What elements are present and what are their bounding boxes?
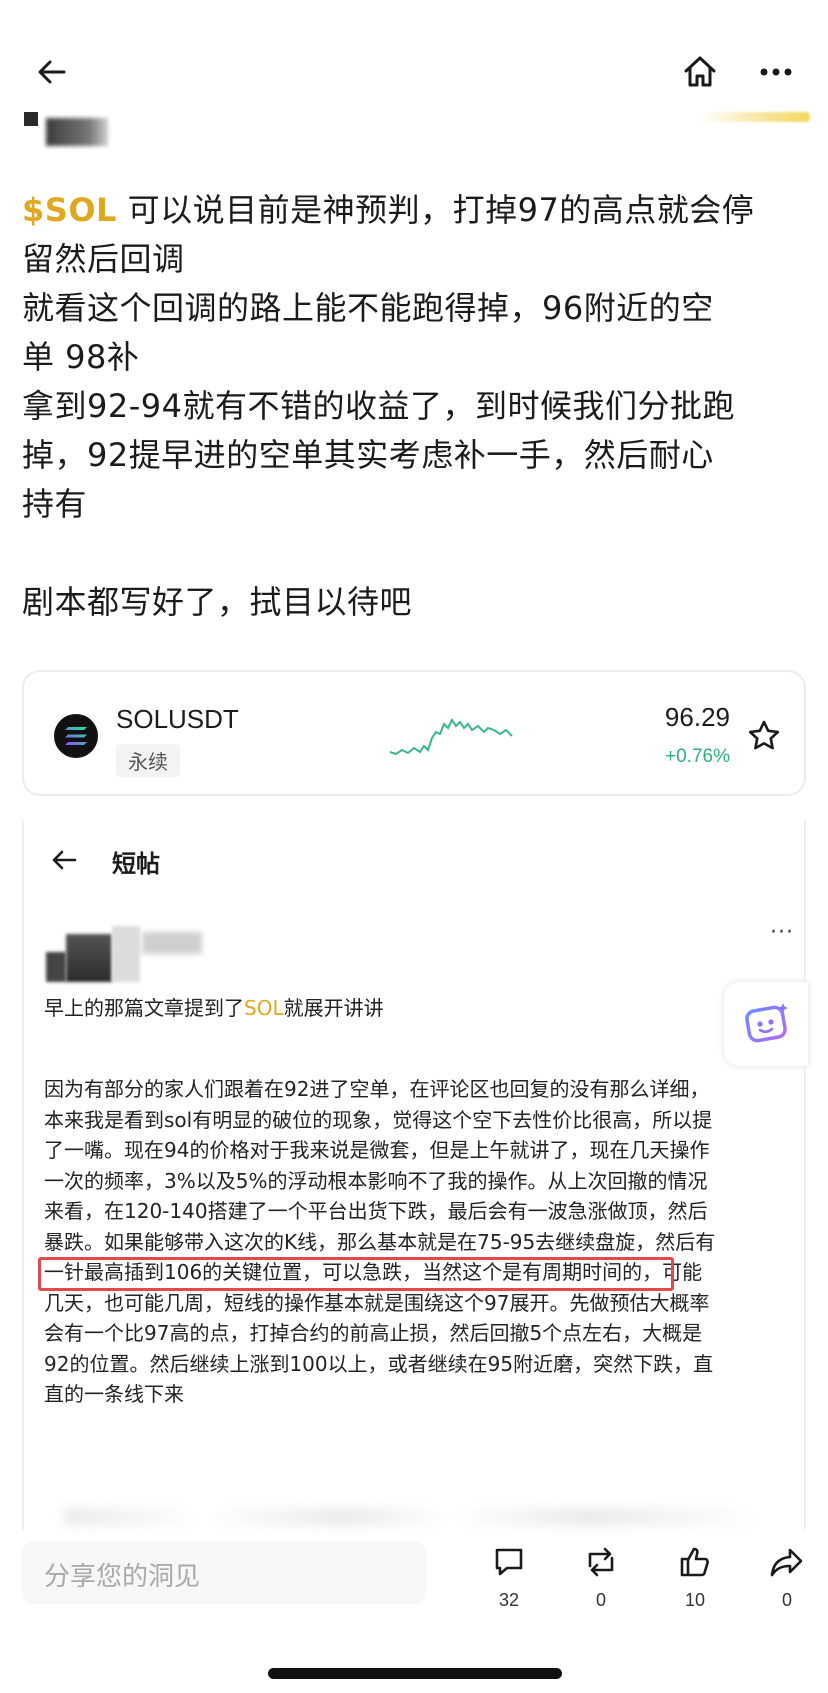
home-indicator: [268, 1668, 562, 1679]
card-change: +0.76%: [665, 746, 730, 767]
like-button[interactable]: 10: [660, 1540, 730, 1620]
share-button[interactable]: 0: [752, 1540, 822, 1620]
ai-assistant-icon: [724, 982, 808, 1066]
embedded-body: 因为有部分的家人们跟着在92进了空单，在评论区也回复的没有那么详细， 本来我是看…: [44, 1077, 716, 1406]
home-icon: [684, 56, 716, 87]
repost-button[interactable]: 0: [566, 1540, 636, 1620]
contract-type-badge: 永续: [116, 744, 180, 777]
embedded-more-icon: ···: [770, 920, 794, 945]
solana-logo-icon: [54, 714, 98, 758]
highlight-box: [38, 1257, 674, 1291]
comment-count: 32: [498, 1590, 520, 1610]
repost-icon: [588, 1547, 614, 1577]
card-symbol: SOLUSDT: [116, 704, 239, 734]
more-button[interactable]: [748, 44, 804, 100]
share-count: 0: [781, 1590, 792, 1610]
ticker-link[interactable]: $SOL: [22, 191, 117, 229]
top-nav-bar: [0, 40, 828, 104]
post-line-1: $SOL 可以说目前是神预判，打掉97的高点就会停: [22, 191, 755, 229]
star-outline-icon: [748, 720, 780, 750]
like-count: 10: [684, 1590, 706, 1610]
embedded-intro: 早上的那篇文章提到了SOL就展开讲讲: [44, 996, 384, 1020]
thumbs-up-icon: [680, 1547, 709, 1577]
post-line-4: 单 98补: [22, 338, 140, 376]
price-sparkline: [389, 718, 513, 756]
post-line-7: 持有: [22, 485, 88, 523]
comment-icon: [495, 1548, 523, 1576]
arrow-left-icon: [52, 850, 77, 870]
blurred-decoration: [700, 112, 810, 122]
comment-button[interactable]: 32: [474, 1540, 544, 1620]
embedded-back-button: [44, 840, 84, 880]
ticker-card[interactable]: SOLUSDT 永续 96.29 +0.76%: [22, 670, 806, 796]
author-avatar-blurred[interactable]: [24, 112, 114, 148]
more-horizontal-icon: [760, 68, 792, 76]
comment-input[interactable]: 分享您的洞见: [22, 1542, 426, 1604]
post-line-2: 留然后回调: [22, 240, 185, 278]
post-body: $SOL 可以说目前是神预判，打掉97的高点就会停 留然后回调 就看这个回调的路…: [22, 186, 808, 627]
post-closing: 剧本都写好了，拭目以待吧: [22, 583, 413, 621]
embedded-image[interactable]: 短帖 ··· 早上的那篇文章提到了SOL就展开讲讲 因为有部分的家人们跟着在92…: [22, 820, 808, 1530]
bottom-action-bar: 分享您的洞见 32 0 10 0: [0, 1536, 828, 1636]
embedded-author-blurred: [46, 916, 226, 986]
post-line-6: 掉，92提早进的空单其实考虑补一手，然后耐心: [22, 436, 714, 474]
favorite-button[interactable]: [740, 712, 788, 760]
arrow-left-icon: [38, 60, 66, 84]
repost-count: 0: [595, 1590, 606, 1610]
card-price: 96.29: [664, 702, 730, 732]
blurred-bottom-text: [64, 1508, 764, 1526]
post-line-3: 就看这个回调的路上能不能跑得掉，96附近的空: [22, 289, 714, 327]
home-button[interactable]: [672, 44, 728, 100]
back-button[interactable]: [24, 44, 80, 100]
post-line-5: 拿到92-94就有不错的收益了，到时候我们分批跑: [22, 387, 735, 425]
share-icon: [770, 1548, 803, 1577]
embedded-title: 短帖: [112, 850, 160, 878]
